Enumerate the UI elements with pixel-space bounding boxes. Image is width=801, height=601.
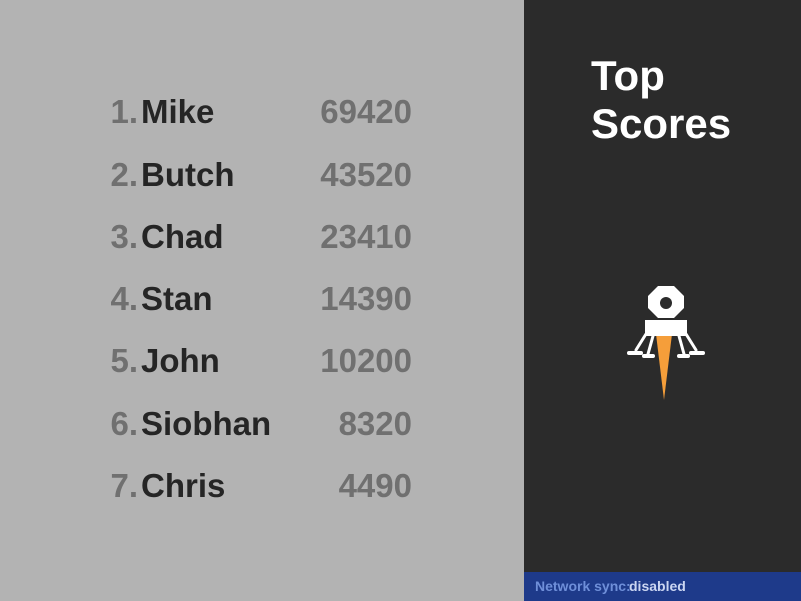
player-score: 4490	[338, 467, 412, 504]
lander-flame	[656, 334, 672, 400]
page-title: Top Scores	[591, 52, 791, 148]
player-name: Chris	[141, 467, 226, 504]
lander-left-strut	[646, 334, 655, 356]
player-score: 14390	[320, 280, 412, 317]
lander-right-strut	[677, 334, 686, 356]
lander-left-leg	[634, 332, 648, 352]
game-screen: 1. Mike 69420 2. Butch 43520 3. Chad 234…	[0, 0, 801, 601]
score-rank: 4.	[110, 280, 138, 317]
player-name: Mike	[141, 93, 215, 130]
score-rank: 7.	[110, 467, 138, 504]
player-score: 69420	[320, 93, 412, 130]
leaderboard-panel: 1. Mike 69420 2. Butch 43520 3. Chad 234…	[0, 0, 524, 601]
lander-body	[645, 320, 687, 336]
network-sync-status-bar: Network sync: disabled	[524, 572, 801, 601]
player-score: 10200	[320, 342, 412, 379]
score-rank: 2.	[110, 156, 138, 193]
title-panel: Top Scores Network sync: disabled	[524, 0, 801, 601]
score-row: 5. John 10200	[0, 339, 524, 383]
player-score: 8320	[338, 405, 412, 442]
score-rank: 1.	[110, 93, 138, 130]
network-sync-value: disabled	[629, 578, 686, 594]
score-row: 3. Chad 23410	[0, 215, 524, 259]
player-name: Chad	[141, 218, 224, 255]
score-row: 1. Mike 69420	[0, 90, 524, 134]
player-score: 23410	[320, 218, 412, 255]
title-line-scores: Scores	[591, 100, 732, 147]
title-line-top: Top	[591, 52, 665, 99]
score-rank: 3.	[110, 218, 138, 255]
player-name: John	[141, 342, 220, 379]
score-rank: 5.	[110, 342, 138, 379]
score-row: 6. Siobhan 8320	[0, 402, 524, 446]
network-sync-label: Network sync:	[535, 578, 631, 594]
lander-window	[660, 297, 672, 309]
player-name: Stan	[141, 280, 213, 317]
lander-right-leg	[684, 332, 698, 352]
score-row: 2. Butch 43520	[0, 153, 524, 197]
lunar-lander-icon	[627, 286, 705, 400]
player-score: 43520	[320, 156, 412, 193]
player-name: Siobhan	[141, 405, 272, 442]
score-row: 4. Stan 14390	[0, 277, 524, 321]
score-row: 7. Chris 4490	[0, 464, 524, 508]
player-name: Butch	[141, 156, 235, 193]
score-rank: 6.	[110, 405, 138, 442]
